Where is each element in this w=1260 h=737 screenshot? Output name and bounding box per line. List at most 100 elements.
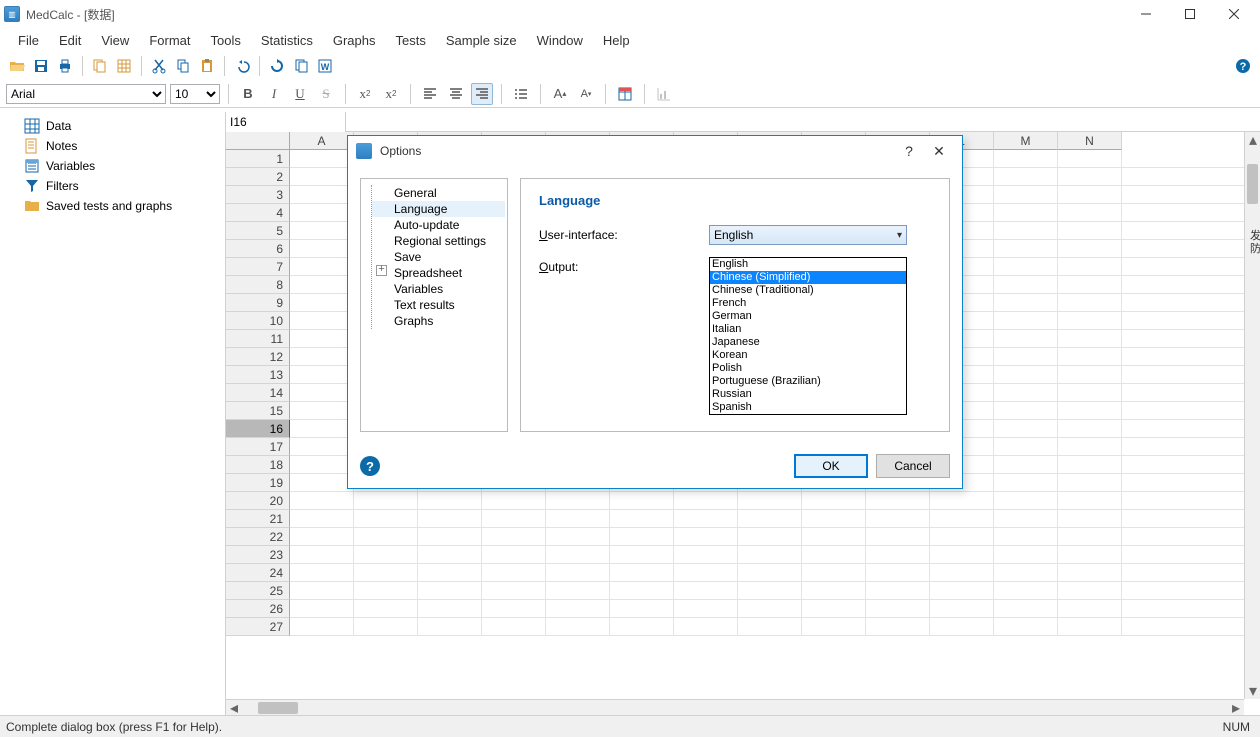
cell[interactable] [802, 528, 866, 545]
row-header[interactable]: 22 [226, 528, 290, 546]
options-node-auto-update[interactable]: Auto-update [372, 217, 505, 233]
cell[interactable] [418, 564, 482, 581]
row-header[interactable]: 9 [226, 294, 290, 312]
cell[interactable] [354, 528, 418, 545]
cell[interactable] [1058, 186, 1122, 203]
cell[interactable] [482, 564, 546, 581]
cell[interactable] [1058, 582, 1122, 599]
language-option[interactable]: Chinese (Traditional) [710, 284, 906, 297]
cell[interactable] [354, 546, 418, 563]
cell[interactable] [290, 600, 354, 617]
options-category-tree[interactable]: GeneralLanguageAuto-updateRegional setti… [360, 178, 508, 432]
language-option[interactable]: Japanese [710, 336, 906, 349]
scroll-down-icon[interactable]: ▾ [1245, 683, 1260, 699]
cell[interactable] [1058, 618, 1122, 635]
cell[interactable] [994, 186, 1058, 203]
cell[interactable] [994, 420, 1058, 437]
cell[interactable] [674, 564, 738, 581]
font-name-select[interactable]: Arial [6, 84, 166, 104]
cell[interactable] [290, 240, 354, 257]
italic-button[interactable]: I [263, 83, 285, 105]
row-header[interactable]: 16 [226, 420, 290, 438]
row-header[interactable]: 14 [226, 384, 290, 402]
cell[interactable] [1058, 474, 1122, 491]
cell[interactable] [610, 510, 674, 527]
tree-item-variables[interactable]: Variables [2, 156, 223, 176]
grid-icon[interactable] [113, 55, 135, 77]
doc-copy-icon[interactable] [290, 55, 312, 77]
cell[interactable] [610, 564, 674, 581]
list-button[interactable] [510, 83, 532, 105]
cell[interactable] [610, 546, 674, 563]
cell[interactable] [610, 582, 674, 599]
cell[interactable] [1058, 294, 1122, 311]
row-header[interactable]: 18 [226, 456, 290, 474]
print-icon[interactable] [54, 55, 76, 77]
cell[interactable] [994, 168, 1058, 185]
row-header[interactable]: 11 [226, 330, 290, 348]
row-header[interactable]: 5 [226, 222, 290, 240]
cell[interactable] [738, 582, 802, 599]
tree-item-notes[interactable]: Notes [2, 136, 223, 156]
cell[interactable] [994, 456, 1058, 473]
row-header[interactable]: 6 [226, 240, 290, 258]
language-option[interactable]: German [710, 310, 906, 323]
cell[interactable] [674, 600, 738, 617]
cell[interactable] [290, 366, 354, 383]
cell[interactable] [994, 258, 1058, 275]
row-header[interactable]: 1 [226, 150, 290, 168]
cell[interactable] [290, 384, 354, 401]
language-option[interactable]: Chinese (Simplified) [710, 271, 906, 284]
language-option[interactable]: English [710, 258, 906, 271]
open-icon[interactable] [6, 55, 28, 77]
cell[interactable] [994, 564, 1058, 581]
cell[interactable] [546, 510, 610, 527]
cell[interactable] [1058, 204, 1122, 221]
cell[interactable] [866, 582, 930, 599]
menu-window[interactable]: Window [527, 31, 593, 50]
row-header[interactable]: 15 [226, 402, 290, 420]
cell[interactable] [994, 204, 1058, 221]
cell[interactable] [418, 510, 482, 527]
cell[interactable] [866, 492, 930, 509]
language-option[interactable]: Portuguese (Brazilian) [710, 375, 906, 388]
cell[interactable] [994, 510, 1058, 527]
row-header[interactable]: 4 [226, 204, 290, 222]
help-icon[interactable]: ? [1232, 55, 1254, 77]
horizontal-scrollbar[interactable]: ◂ ▸ [226, 699, 1244, 715]
cell[interactable] [1058, 276, 1122, 293]
cell[interactable] [610, 528, 674, 545]
column-header[interactable]: A [290, 132, 354, 150]
options-node-regional-settings[interactable]: Regional settings [372, 233, 505, 249]
table-button[interactable] [614, 83, 636, 105]
cell[interactable] [290, 546, 354, 563]
cell[interactable] [930, 618, 994, 635]
chart-button[interactable] [653, 83, 675, 105]
cell[interactable] [994, 276, 1058, 293]
cell[interactable] [738, 510, 802, 527]
cell[interactable] [994, 240, 1058, 257]
menu-help[interactable]: Help [593, 31, 640, 50]
cell[interactable] [290, 258, 354, 275]
cell[interactable] [994, 150, 1058, 167]
maximize-button[interactable] [1168, 0, 1212, 28]
cell[interactable] [290, 330, 354, 347]
tree-item-data[interactable]: Data [2, 116, 223, 136]
cell[interactable] [674, 618, 738, 635]
cell[interactable] [482, 600, 546, 617]
underline-button[interactable]: U [289, 83, 311, 105]
cell[interactable] [290, 474, 354, 491]
cell[interactable] [1058, 222, 1122, 239]
cell[interactable] [1058, 312, 1122, 329]
cell[interactable] [290, 510, 354, 527]
row-header[interactable]: 19 [226, 474, 290, 492]
cell[interactable] [610, 492, 674, 509]
cell[interactable] [290, 204, 354, 221]
cell[interactable] [1058, 348, 1122, 365]
vertical-scrollbar[interactable]: ▴ ▾ [1244, 132, 1260, 699]
cell[interactable] [546, 492, 610, 509]
cell[interactable] [994, 600, 1058, 617]
cell[interactable] [418, 528, 482, 545]
menu-edit[interactable]: Edit [49, 31, 91, 50]
cell[interactable] [802, 600, 866, 617]
